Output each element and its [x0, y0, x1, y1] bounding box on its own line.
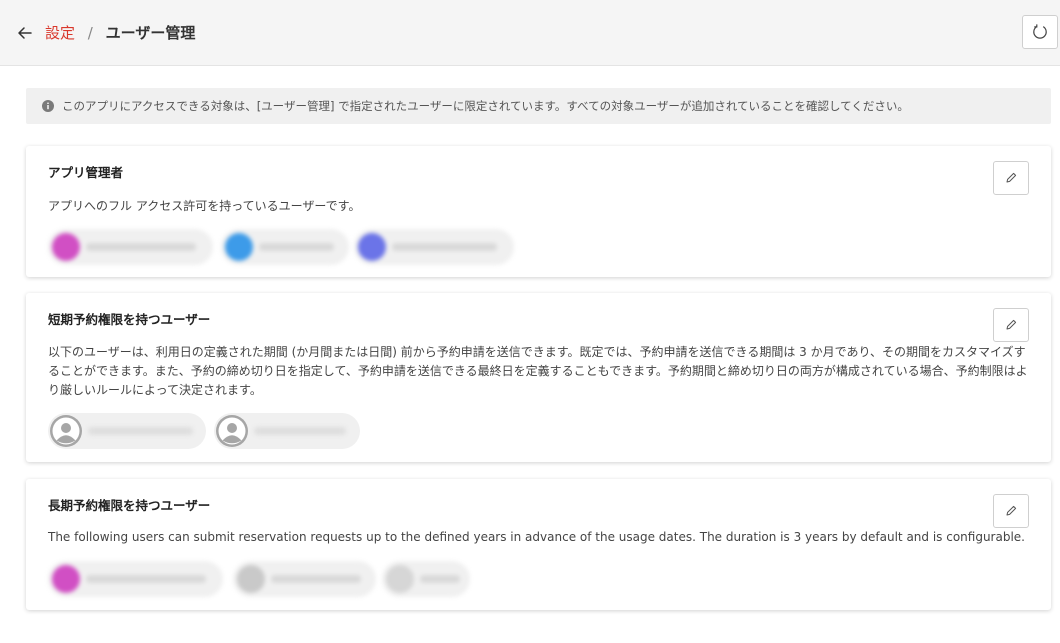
user-chip-list	[48, 561, 488, 597]
user-name-redacted	[88, 427, 193, 435]
pencil-icon	[1006, 319, 1017, 330]
user-avatar-icon	[216, 415, 248, 447]
edit-button[interactable]	[993, 161, 1029, 195]
section-long-term-reservation-users: 長期予約権限を持つユーザー The following users can su…	[26, 479, 1051, 610]
breadcrumb-settings-link[interactable]: 設定	[45, 24, 75, 42]
user-chip-list	[48, 413, 368, 449]
breadcrumb: 設定 / ユーザー管理	[45, 23, 195, 43]
info-notice: このアプリにアクセスできる対象は、[ユーザー管理] で指定されたユーザーに限定さ…	[26, 88, 1051, 124]
avatar	[52, 565, 80, 593]
user-avatar-icon	[50, 415, 82, 447]
arrow-left-icon	[18, 27, 32, 39]
user-chip[interactable]	[48, 561, 223, 597]
section-title: アプリ管理者	[48, 165, 124, 180]
user-chip[interactable]	[214, 413, 360, 449]
user-name-redacted	[420, 575, 460, 583]
user-name-redacted	[271, 575, 361, 583]
info-icon	[42, 100, 54, 112]
avatar	[237, 565, 265, 593]
user-chip[interactable]	[233, 561, 376, 597]
section-title: 長期予約権限を持つユーザー	[48, 498, 211, 513]
user-name-redacted	[392, 243, 497, 251]
notice-text: このアプリにアクセスできる対象は、[ユーザー管理] で指定されたユーザーに限定さ…	[62, 99, 909, 113]
user-chip[interactable]	[48, 229, 213, 265]
back-button[interactable]	[14, 22, 36, 44]
section-description: The following users can submit reservati…	[48, 530, 1025, 544]
section-description: 以下のユーザーは、利用日の定義された期間 (か月間または日間) 前から予約申請を…	[48, 345, 1028, 397]
section-description: アプリへのフル アクセス許可を持っているユーザーです。	[48, 199, 361, 213]
user-chip[interactable]	[48, 413, 206, 449]
user-name-redacted	[86, 243, 196, 251]
avatar	[358, 233, 386, 261]
edit-button[interactable]	[993, 494, 1029, 528]
pencil-icon	[1006, 172, 1017, 183]
edit-button[interactable]	[993, 308, 1029, 342]
user-chip[interactable]	[382, 561, 470, 597]
breadcrumb-separator: /	[87, 24, 93, 42]
refresh-icon	[1033, 24, 1047, 39]
user-chip-list	[48, 229, 528, 265]
section-title: 短期予約権限を持つユーザー	[48, 312, 211, 327]
page-title: ユーザー管理	[105, 24, 196, 42]
avatar	[386, 565, 414, 593]
user-name-redacted	[86, 575, 206, 583]
avatar	[52, 233, 80, 261]
refresh-button[interactable]	[1022, 15, 1058, 49]
section-short-term-reservation-users: 短期予約権限を持つユーザー 以下のユーザーは、利用日の定義された期間 (か月間ま…	[26, 293, 1051, 462]
user-name-redacted	[254, 427, 346, 435]
user-chip[interactable]	[354, 229, 514, 265]
pencil-icon	[1006, 505, 1017, 516]
user-chip[interactable]	[221, 229, 349, 265]
section-app-admins: アプリ管理者 アプリへのフル アクセス許可を持っているユーザーです。	[26, 146, 1051, 277]
user-name-redacted	[259, 243, 334, 251]
page-header: 設定 / ユーザー管理	[0, 0, 1060, 66]
avatar	[225, 233, 253, 261]
